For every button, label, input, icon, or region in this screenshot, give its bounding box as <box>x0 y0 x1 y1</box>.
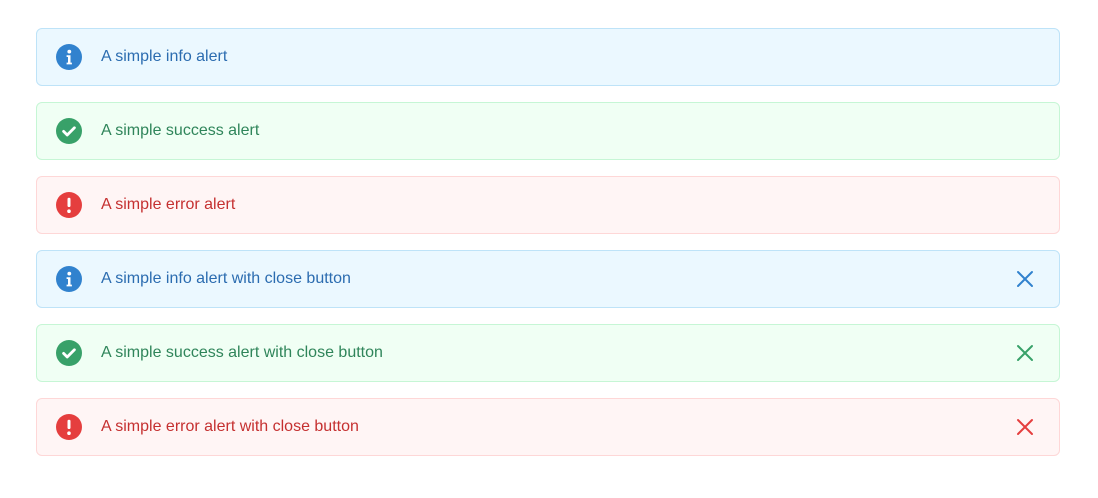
close-icon <box>1017 419 1033 435</box>
info-alert: A simple info alert <box>36 28 1060 86</box>
error-alert: A simple error alert <box>36 176 1060 234</box>
alert-message: A simple error alert with close button <box>101 418 359 435</box>
close-button[interactable] <box>1015 343 1035 363</box>
alert-message: A simple info alert <box>101 48 228 65</box>
alert-message: A simple success alert with close button <box>101 344 383 361</box>
close-icon <box>1017 271 1033 287</box>
success-alert-closable: A simple success alert with close button <box>36 324 1060 382</box>
check-circle-icon <box>56 340 82 366</box>
close-button[interactable] <box>1015 417 1035 437</box>
info-icon <box>56 44 82 70</box>
success-alert: A simple success alert <box>36 102 1060 160</box>
alert-message: A simple info alert with close button <box>101 270 351 287</box>
close-icon <box>1017 345 1033 361</box>
alert-message: A simple success alert <box>101 122 260 139</box>
exclamation-circle-icon <box>56 192 82 218</box>
alert-message: A simple error alert <box>101 196 236 213</box>
close-button[interactable] <box>1015 269 1035 289</box>
info-icon <box>56 266 82 292</box>
info-alert-closable: A simple info alert with close button <box>36 250 1060 308</box>
alert-stack: A simple info alert A simple success ale… <box>36 28 1060 472</box>
exclamation-circle-icon <box>56 414 82 440</box>
check-circle-icon <box>56 118 82 144</box>
error-alert-closable: A simple error alert with close button <box>36 398 1060 456</box>
